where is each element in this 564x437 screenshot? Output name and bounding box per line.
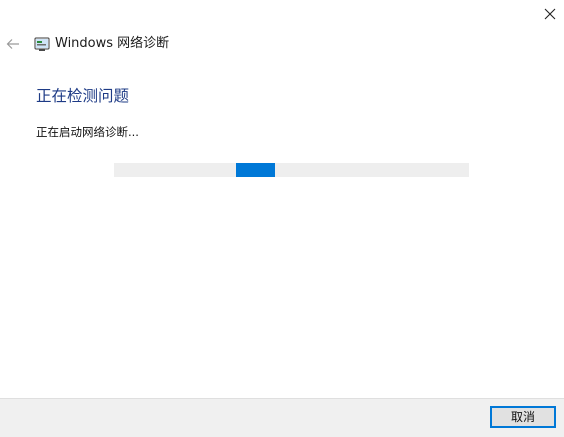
close-button[interactable] <box>536 0 564 28</box>
page-heading: 正在检测问题 <box>36 87 130 105</box>
back-button[interactable] <box>3 34 23 54</box>
window-title: Windows 网络诊断 <box>55 36 170 51</box>
network-diagnostics-window: Windows 网络诊断 正在检测问题 正在启动网络诊断... 取消 <box>0 0 564 437</box>
network-diagnostics-icon <box>34 36 50 52</box>
footer-bar: 取消 <box>0 398 564 437</box>
progress-indicator <box>236 163 275 177</box>
progress-bar <box>114 163 469 177</box>
back-arrow-icon <box>6 35 20 54</box>
status-text: 正在启动网络诊断... <box>36 125 139 139</box>
close-icon <box>544 8 556 20</box>
cancel-button[interactable]: 取消 <box>490 406 556 428</box>
